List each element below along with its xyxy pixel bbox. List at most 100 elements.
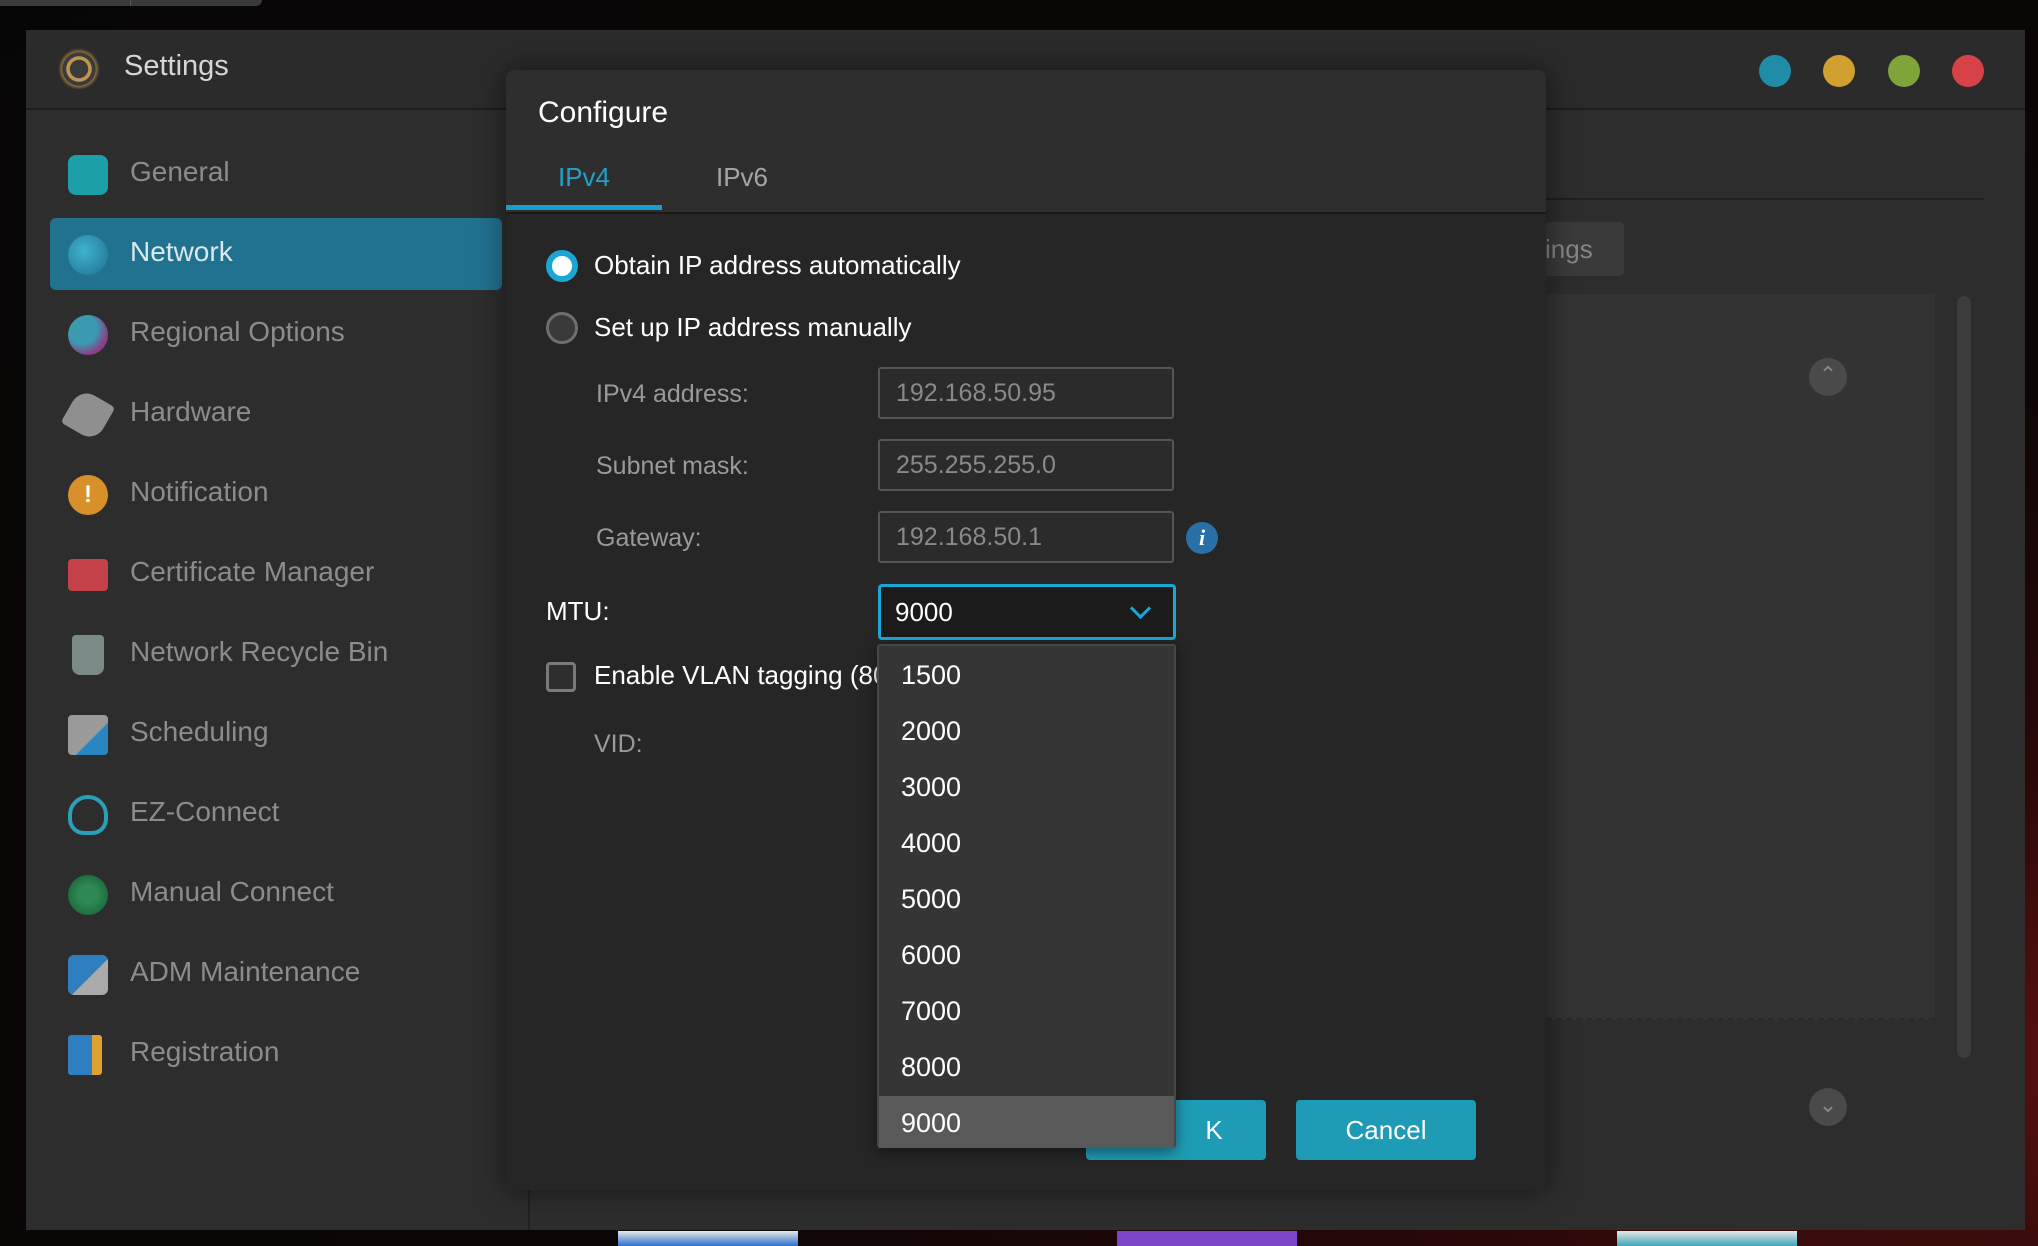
general-icon [68, 155, 108, 195]
mtu-option-label: 8000 [901, 1052, 962, 1082]
sidebar-item-regional-options[interactable]: Regional Options [50, 298, 502, 370]
settings-button-label: ings [1545, 234, 1593, 264]
ipv4-address-value: 192.168.50.95 [896, 379, 1056, 407]
hardware-wrench-icon [60, 387, 116, 443]
mtu-option-label: 5000 [901, 884, 962, 914]
sidebar-item-manual-connect[interactable]: Manual Connect [50, 858, 502, 930]
sidebar-item-network-recycle-bin[interactable]: Network Recycle Bin [50, 618, 502, 690]
vid-label: VID: [594, 730, 643, 758]
gateway-label: Gateway: [596, 524, 702, 552]
tab-active-indicator [506, 205, 662, 210]
sidebar-item-adm-maintenance[interactable]: ADM Maintenance [50, 938, 502, 1010]
content-divider [1544, 198, 1984, 200]
desktop-top-strip [0, 0, 262, 6]
mtu-option-label: 3000 [901, 772, 962, 802]
mtu-option-4000[interactable]: 4000 [879, 816, 1174, 872]
sidebar-item-notification[interactable]: ! Notification [50, 458, 502, 530]
ipv4-address-field[interactable]: 192.168.50.95 [878, 367, 1174, 419]
subnet-mask-value: 255.255.255.0 [896, 451, 1056, 479]
tab-ipv4[interactable]: IPv4 [506, 160, 662, 210]
mtu-option-label: 4000 [901, 828, 962, 858]
dialog-title: Configure [538, 96, 669, 129]
mtu-option-1500[interactable]: 1500 [879, 648, 1174, 704]
mtu-option-label: 2000 [901, 716, 962, 746]
scroll-down-button[interactable]: ⌄ [1809, 1088, 1847, 1126]
radio-set-up-manually-label[interactable]: Set up IP address manually [594, 312, 911, 343]
radio-obtain-automatically[interactable] [546, 250, 578, 282]
sidebar-item-label: Scheduling [130, 716, 269, 747]
cancel-button[interactable]: Cancel [1296, 1100, 1476, 1160]
sidebar-item-registration[interactable]: Registration [50, 1018, 502, 1090]
recycle-bin-icon [72, 635, 104, 675]
radio-set-up-manually[interactable] [546, 312, 578, 344]
mtu-label: MTU: [546, 596, 610, 626]
sidebar-item-ez-connect[interactable]: EZ-Connect [50, 778, 502, 850]
taskbar-app-icon-2[interactable] [1117, 1231, 1297, 1246]
notification-alert-icon: ! [68, 475, 108, 515]
scroll-up-button[interactable]: ⌃ [1809, 358, 1847, 396]
window-control-yellow[interactable] [1823, 55, 1855, 87]
sidebar-item-hardware[interactable]: Hardware [50, 378, 502, 450]
settings-gear-icon [58, 48, 100, 90]
sidebar-item-certificate-manager[interactable]: Certificate Manager [50, 538, 502, 610]
tab-label: IPv6 [715, 162, 769, 192]
window-control-teal[interactable] [1759, 55, 1791, 87]
gateway-field[interactable]: 192.168.50.1 [878, 511, 1174, 563]
chevron-down-icon: ⌄ [1818, 1092, 1838, 1117]
window-title: Settings [124, 50, 229, 82]
sidebar-item-network[interactable]: Network [50, 218, 502, 290]
window-control-red[interactable] [1952, 55, 1984, 87]
taskbar-app-icon-3[interactable] [1617, 1231, 1797, 1246]
sidebar-item-label: Manual Connect [130, 876, 334, 907]
mtu-option-3000[interactable]: 3000 [879, 760, 1174, 816]
mtu-select[interactable]: 9000 [878, 584, 1176, 640]
sidebar-item-label: Network [130, 236, 233, 267]
mtu-selected-value: 9000 [895, 597, 953, 627]
taskbar-app-icon-1[interactable] [618, 1231, 798, 1246]
mtu-option-8000[interactable]: 8000 [879, 1040, 1174, 1096]
sidebar-item-general[interactable]: General [50, 138, 502, 210]
cloud-upload-icon [68, 795, 108, 835]
chevron-down-icon [1129, 597, 1152, 620]
calendar-clock-icon [68, 715, 108, 755]
tab-ipv6[interactable]: IPv6 [664, 160, 820, 208]
subnet-mask-field[interactable]: 255.255.255.0 [878, 439, 1174, 491]
mtu-option-2000[interactable]: 2000 [879, 704, 1174, 760]
sidebar-item-label: EZ-Connect [130, 796, 280, 827]
registration-book-icon [68, 1035, 102, 1075]
sidebar: General Network Regional Options Hardwar… [26, 110, 530, 1230]
mtu-option-5000[interactable]: 5000 [879, 872, 1174, 928]
regional-options-icon [68, 315, 108, 355]
sidebar-item-label: Notification [130, 476, 269, 507]
mtu-option-label: 9000 [901, 1108, 962, 1138]
network-adapter-panel [1546, 294, 1935, 1020]
sidebar-item-label: ADM Maintenance [130, 956, 361, 987]
mtu-option-9000[interactable]: 9000 [879, 1096, 1174, 1148]
sidebar-item-label: Hardware [130, 396, 252, 427]
gateway-value: 192.168.50.1 [896, 523, 1042, 551]
info-icon[interactable]: i [1186, 522, 1218, 554]
globe-icon [68, 235, 108, 275]
mtu-dropdown-list: 1500 2000 3000 4000 5000 6000 7000 8000 … [877, 644, 1176, 1148]
mtu-option-label: 6000 [901, 940, 962, 970]
radio-obtain-automatically-label[interactable]: Obtain IP address automatically [594, 250, 961, 281]
tab-label: IPv4 [557, 162, 611, 192]
mtu-option-label: 1500 [901, 660, 962, 690]
sidebar-item-scheduling[interactable]: Scheduling [50, 698, 502, 770]
sidebar-item-label: Regional Options [130, 316, 345, 347]
sidebar-item-label: Certificate Manager [130, 556, 375, 587]
subnet-mask-label: Subnet mask: [596, 452, 749, 480]
certificate-icon [68, 559, 108, 591]
cancel-button-label: Cancel [1345, 1115, 1427, 1145]
vlan-tagging-checkbox[interactable] [546, 662, 576, 692]
maintenance-gear-icon [68, 955, 108, 995]
mtu-option-6000[interactable]: 6000 [879, 928, 1174, 984]
mtu-option-label: 7000 [901, 996, 962, 1026]
network-nodes-icon [68, 875, 108, 915]
ipv4-address-label: IPv4 address: [596, 380, 749, 408]
sidebar-item-label: Network Recycle Bin [130, 636, 389, 667]
scrollbar[interactable] [1957, 296, 1971, 1058]
vlan-tagging-label[interactable]: Enable VLAN tagging (80 [594, 660, 884, 691]
window-control-green[interactable] [1888, 55, 1920, 87]
mtu-option-7000[interactable]: 7000 [879, 984, 1174, 1040]
